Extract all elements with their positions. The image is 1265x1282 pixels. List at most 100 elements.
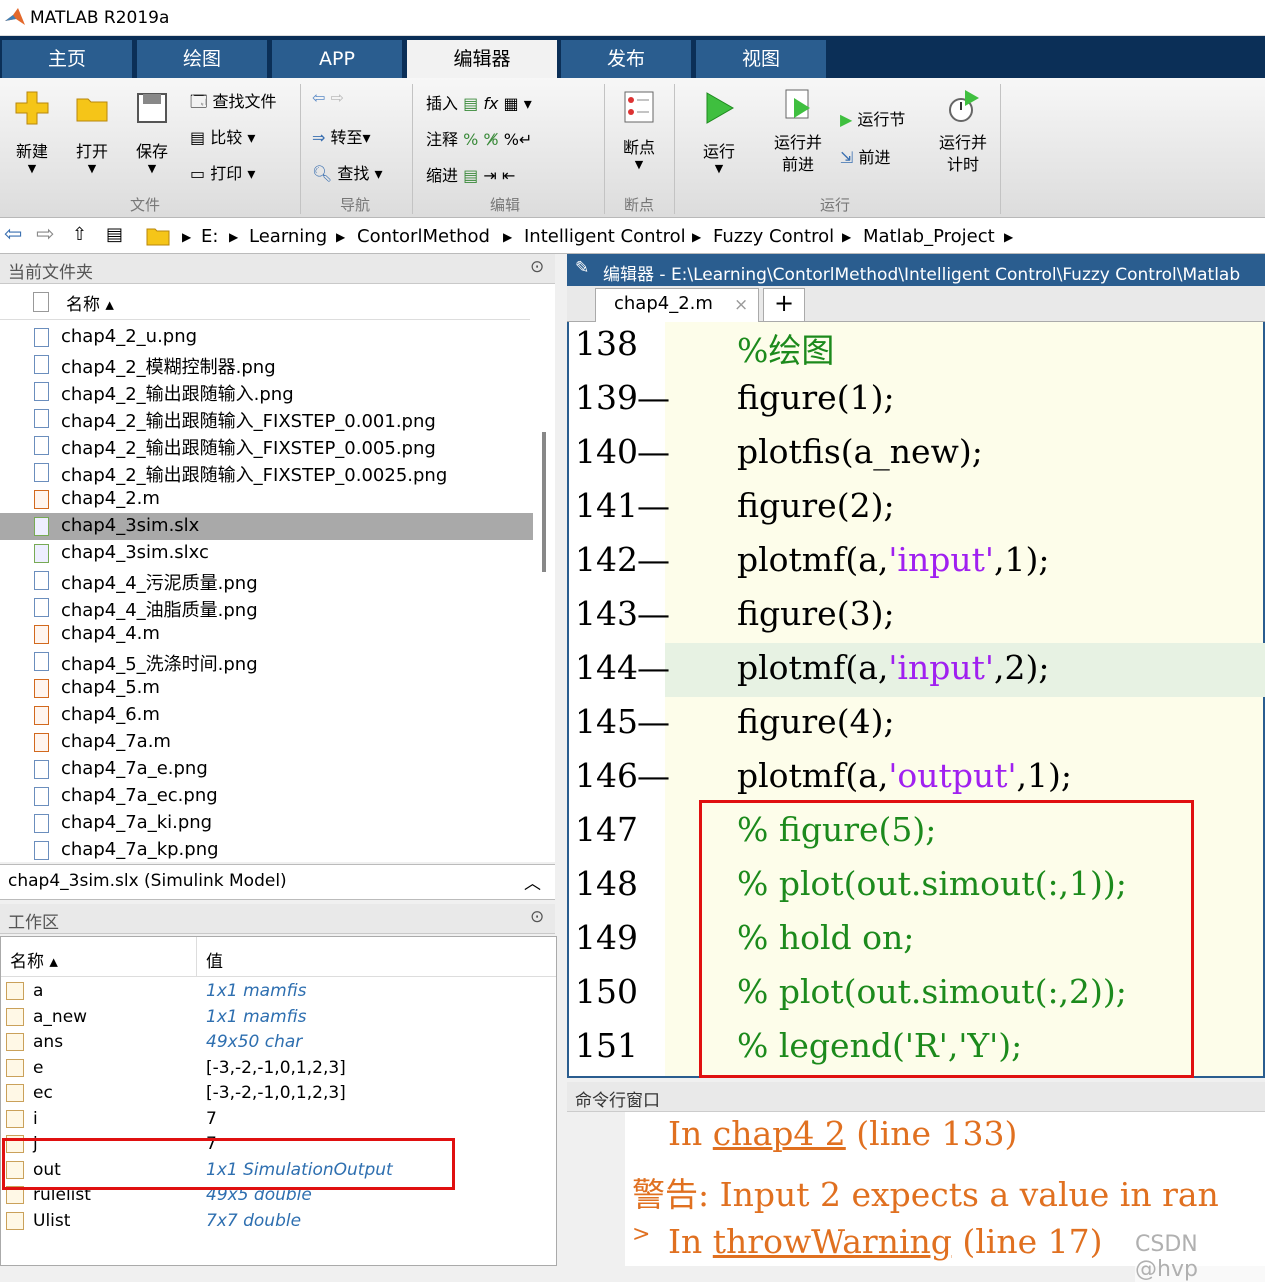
workspace-row[interactable]: Ulist 7x7 double	[1, 1209, 556, 1234]
run-button[interactable]: 运行 ▼	[696, 90, 742, 175]
code-line[interactable]: plotmf(a,'input',1);	[737, 540, 1049, 579]
crumb-drive[interactable]: E:	[201, 226, 218, 247]
file-row[interactable]: chap4_2_输出跟随输入.png	[0, 378, 533, 405]
crumb-intelligent-control[interactable]: Intelligent Control	[524, 226, 686, 247]
breakpoint-dash[interactable]: —	[637, 648, 670, 687]
breakpoint-dash[interactable]: —	[637, 702, 670, 741]
run-and-time-button[interactable]: 运行并 计时	[935, 88, 991, 176]
new-button[interactable]: 新建 ▼	[8, 90, 56, 190]
run-section-button[interactable]: ▶ 运行节	[840, 106, 905, 130]
file-row[interactable]: chap4_5_洗涤时间.png	[0, 648, 533, 675]
file-row[interactable]: chap4_2_输出跟随输入_FIXSTEP_0.005.png	[0, 432, 533, 459]
tab-editor[interactable]: 编辑器	[407, 40, 557, 80]
code-line[interactable]: figure(4);	[737, 702, 895, 741]
breakpoint-dash[interactable]: —	[637, 594, 670, 633]
file-row[interactable]: chap4_6.m	[0, 702, 533, 729]
find-button[interactable]: 🔍︎ 查找 ▾	[312, 160, 383, 184]
code-line[interactable]: figure(1);	[737, 378, 895, 417]
warning-message: 警告: Input 2 expects a value in ran	[632, 1175, 1219, 1214]
new-tab-button[interactable]: +	[763, 288, 805, 322]
code-line[interactable]: figure(2);	[737, 486, 895, 525]
file-row[interactable]: chap4_3sim.slx	[0, 513, 533, 540]
breakpoint-dash[interactable]: —	[637, 540, 670, 579]
workspace-row[interactable]: a 1x1 mamfis	[1, 979, 556, 1004]
file-row[interactable]: chap4_4_污泥质量.png	[0, 567, 533, 594]
close-tab-icon[interactable]: ×	[734, 295, 748, 315]
code-line[interactable]: plotmf(a,'output',1);	[737, 756, 1072, 795]
run-and-advance-button[interactable]: 运行并 前进	[770, 88, 826, 176]
file-row[interactable]: chap4_7a_kp.png	[0, 837, 533, 864]
file-row[interactable]: chap4_2_u.png	[0, 324, 533, 351]
link-throwwarning[interactable]: throwWarning	[713, 1222, 952, 1261]
crumb-matlab-project[interactable]: Matlab_Project	[863, 226, 995, 247]
fx-icon[interactable]: fx	[483, 94, 498, 113]
column-name-header[interactable]: 名称 ▴	[66, 290, 114, 315]
advance-button[interactable]: ⇲ 前进	[840, 144, 891, 168]
tab-publish[interactable]: 发布	[561, 40, 691, 78]
goto-button[interactable]: ⇒ 转至▾	[312, 124, 371, 148]
code-line[interactable]: plotfis(a_new);	[737, 432, 983, 471]
file-row[interactable]: chap4_5.m	[0, 675, 533, 702]
file-row[interactable]: chap4_4.m	[0, 621, 533, 648]
crumb-fuzzy-control[interactable]: Fuzzy Control	[713, 226, 834, 247]
comment-button[interactable]: 注释 % %̸ %↵	[426, 126, 532, 150]
chevron-up-icon[interactable]: ︿	[524, 869, 541, 894]
breakpoint-dash[interactable]: —	[637, 432, 670, 471]
file-row[interactable]: chap4_7a_ki.png	[0, 810, 533, 837]
code-line[interactable]: figure(3);	[737, 594, 895, 633]
indent-button[interactable]: 缩进 ▤ ⇥ ⇤	[426, 162, 515, 186]
indent-label: 缩进	[426, 166, 459, 185]
save-button[interactable]: 保存 ▼	[128, 90, 176, 190]
code-line[interactable]: plotmf(a,'input',2);	[737, 648, 1049, 687]
browse-folder-icon[interactable]: ▤	[106, 224, 123, 245]
compare-button[interactable]: ▤ 比较 ▾	[190, 124, 255, 148]
open-button[interactable]: 打开 ▼	[68, 90, 116, 190]
workspace-row[interactable]: e [-3,-2,-1,0,1,2,3]	[1, 1056, 556, 1081]
file-row[interactable]: chap4_7a_ec.png	[0, 783, 533, 810]
uncomment-icon: %̸	[483, 130, 499, 149]
code-line[interactable]: %绘图	[737, 324, 834, 372]
workspace-row[interactable]: ans 49x50 char	[1, 1030, 556, 1055]
file-row[interactable]: chap4_7a_e.png	[0, 756, 533, 783]
file-row[interactable]: chap4_4_油脂质量.png	[0, 594, 533, 621]
crumb-learning[interactable]: Learning	[249, 226, 327, 247]
panel-menu-icon[interactable]: ⊙	[530, 907, 544, 927]
breakpoint-dash[interactable]: —	[637, 486, 670, 525]
code-text: plotmf(a,	[737, 756, 889, 795]
scrollbar-thumb[interactable]	[542, 432, 546, 572]
column-name-header[interactable]: 名称 ▴	[10, 947, 58, 972]
breakpoint-dash[interactable]: —	[637, 378, 670, 417]
file-row[interactable]: chap4_3sim.slxc	[0, 540, 533, 567]
file-row[interactable]: chap4_7a.m	[0, 729, 533, 756]
link-chap4-2[interactable]: chap4 2	[713, 1114, 846, 1153]
find-files-button[interactable]: 🗔 查找文件	[190, 88, 276, 118]
run-play-icon	[706, 92, 735, 124]
breakpoints-button[interactable]: 断点 ▼	[614, 90, 664, 171]
file-row[interactable]: chap4_2_模糊控制器.png	[0, 351, 533, 378]
insert-button[interactable]: 插入 ▤ fx ▦ ▾	[426, 90, 532, 114]
tab-view[interactable]: 视图	[696, 40, 826, 78]
panel-menu-icon[interactable]: ⊙	[530, 257, 544, 277]
tab-apps[interactable]: APP	[272, 40, 402, 78]
up-folder-icon[interactable]: ⇧	[72, 224, 87, 245]
file-row[interactable]: chap4_2.m	[0, 486, 533, 513]
tab-home[interactable]: 主页	[2, 40, 132, 78]
tab-plots[interactable]: 绘图	[137, 40, 267, 78]
breakpoint-dash[interactable]: —	[637, 756, 670, 795]
file-row[interactable]: chap4_2_输出跟随输入_FIXSTEP_0.001.png	[0, 405, 533, 432]
file-name: chap4_2_输出跟随输入_FIXSTEP_0.0025.png	[61, 465, 448, 486]
back-forward-buttons[interactable]: ⇦ ⇨	[312, 88, 344, 107]
workspace-row[interactable]: a_new 1x1 mamfis	[1, 1005, 556, 1030]
line-number: 147	[575, 810, 638, 849]
print-button[interactable]: ▭ 打印 ▾	[190, 160, 255, 184]
workspace-row[interactable]: ec [-3,-2,-1,0,1,2,3]	[1, 1081, 556, 1106]
back-arrow-icon[interactable]: ⇦	[4, 222, 22, 247]
crumb-contorlmethod[interactable]: ContorlMethod	[357, 226, 490, 247]
editor-tab-chap4-2[interactable]: chap4_2.m ×	[595, 288, 759, 322]
save-label: 保存	[135, 142, 168, 161]
column-value-header[interactable]: 值	[206, 947, 223, 972]
file-row[interactable]: chap4_2_输出跟随输入_FIXSTEP_0.0025.png	[0, 459, 533, 486]
workspace-row[interactable]: i7	[1, 1107, 556, 1132]
forward-arrow-icon[interactable]: ⇨	[36, 222, 54, 247]
file-name: chap4_4_污泥质量.png	[61, 573, 258, 594]
